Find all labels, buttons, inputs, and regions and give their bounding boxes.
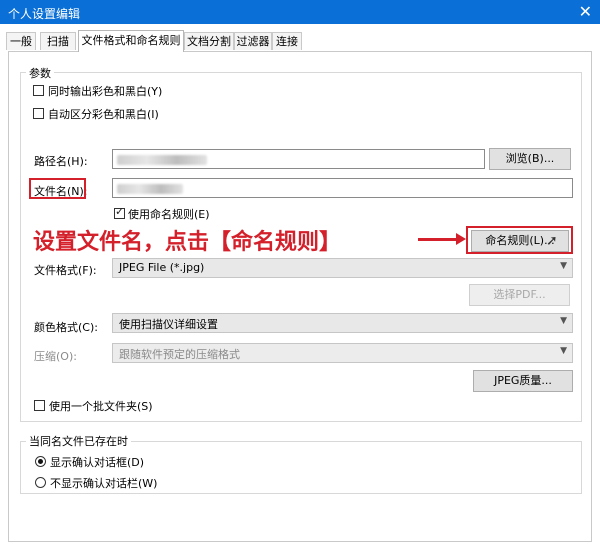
chevron-down-icon: ▼ [560, 261, 567, 271]
color-format-label: 颜色格式(C): [34, 321, 98, 334]
file-format-value: JPEG File (*.jpg) [119, 261, 205, 274]
path-label: 路径名(H): [34, 155, 88, 168]
show-dialog-radio[interactable] [35, 456, 46, 467]
filename-input[interactable] [112, 178, 573, 198]
annotation-arrow-line [418, 238, 460, 241]
chevron-down-icon: ▼ [560, 316, 567, 326]
batch-folder-checkbox[interactable] [34, 400, 45, 411]
window-title: 个人设置编辑 [8, 7, 81, 21]
color-format-value: 使用扫描仪详细设置 [119, 318, 218, 331]
tab-filter[interactable]: 过滤器 [234, 32, 272, 50]
select-pdf-button[interactable]: 选择PDF... [469, 284, 570, 306]
filename-label-highlight [29, 178, 86, 199]
file-format-select[interactable]: JPEG File (*.jpg) ▼ [112, 258, 573, 278]
title-bar: 个人设置编辑 ✕ [0, 0, 600, 24]
close-icon[interactable]: ✕ [579, 2, 592, 21]
use-naming-rule-checkbox[interactable] [114, 205, 125, 219]
color-format-select[interactable]: 使用扫描仪详细设置 ▼ [112, 313, 573, 333]
tab-general[interactable]: 一般 [6, 32, 36, 50]
mouse-cursor-icon: ➚ [546, 233, 558, 249]
file-exists-group-label: 当同名文件已存在时 [26, 433, 131, 449]
jpeg-quality-button[interactable]: JPEG质量... [473, 370, 573, 392]
compression-label: 压缩(O): [34, 350, 77, 363]
params-group-label: 参数 [26, 65, 54, 81]
color-bw-label: 同时输出彩色和黑白(Y) [48, 85, 163, 98]
blurred-path-value [117, 155, 207, 165]
tab-scan[interactable]: 扫描 [40, 32, 76, 50]
color-bw-checkbox[interactable] [33, 85, 44, 96]
blurred-filename-value [117, 184, 183, 194]
file-format-label: 文件格式(F): [34, 264, 97, 277]
batch-folder-label: 使用一个批文件夹(S) [49, 400, 153, 413]
tab-connection[interactable]: 连接 [272, 32, 302, 50]
auto-separate-label: 自动区分彩色和黑白(I) [48, 108, 159, 121]
show-dialog-label: 显示确认对话框(D) [50, 456, 145, 469]
auto-separate-checkbox[interactable] [33, 108, 44, 119]
annotation-arrow-icon [456, 233, 466, 245]
path-input[interactable] [112, 149, 485, 169]
compression-value: 跟随软件预定的压缩格式 [119, 348, 240, 361]
compression-select[interactable]: 跟随软件预定的压缩格式 ▼ [112, 343, 573, 363]
no-dialog-radio[interactable] [35, 477, 46, 488]
tab-file-format-naming[interactable]: 文件格式和命名规则 [78, 30, 184, 52]
instruction-annotation: 设置文件名，点击【命名规则】 [33, 229, 342, 255]
tab-bar: 一般 扫描 文件格式和命名规则 文档分割 过滤器 连接 [0, 30, 600, 52]
browse-button[interactable]: 浏览(B)... [489, 148, 571, 170]
chevron-down-icon: ▼ [560, 346, 567, 356]
use-naming-rule-label: 使用命名规则(E) [128, 208, 210, 221]
tab-document-split[interactable]: 文档分割 [184, 32, 234, 50]
no-dialog-label: 不显示确认对话栏(W) [50, 477, 158, 490]
